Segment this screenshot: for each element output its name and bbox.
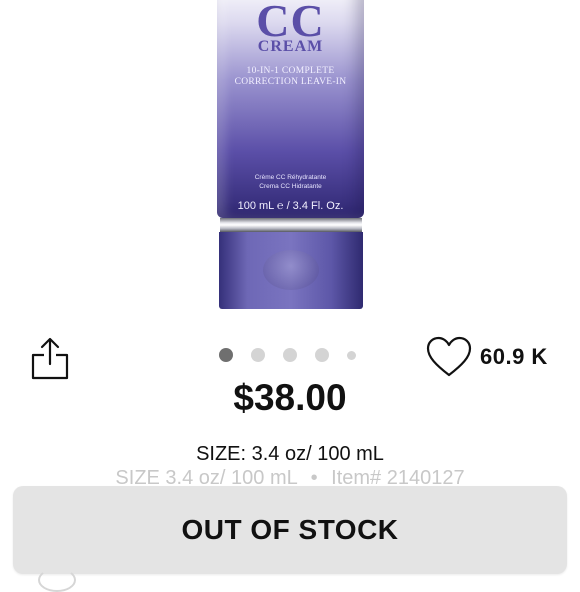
carousel-indicator [219, 348, 374, 362]
product-tagline: 10-IN-1 COMPLETE [246, 66, 335, 76]
heart-icon [426, 336, 472, 377]
carousel-dot-active[interactable] [219, 348, 233, 362]
product-name-es: Crema CC Hidratante [259, 183, 322, 190]
tube-silver-band [220, 218, 362, 232]
bottom-partial-icon [38, 568, 76, 592]
product-image[interactable]: CC CREAM 10-IN-1 COMPLETE CORRECTION LEA… [0, 0, 580, 320]
like-button[interactable]: 60.9 K [426, 335, 548, 379]
cap-dome [263, 250, 319, 290]
carousel-dot[interactable] [315, 348, 329, 362]
carousel-dot[interactable] [283, 348, 297, 362]
out-of-stock-button[interactable]: OUT OF STOCK [13, 486, 567, 574]
like-count: 60.9 K [480, 344, 548, 369]
out-of-stock-label: OUT OF STOCK [181, 514, 399, 545]
size-label: SIZE: 3.4 oz/ 100 mL [196, 443, 384, 465]
product-tagline-2: CORRECTION LEAVE-IN [234, 77, 347, 87]
carousel-dot[interactable] [251, 348, 265, 362]
tube-cap [219, 232, 363, 309]
carousel-dot-small[interactable] [347, 350, 356, 360]
product-tube: CC CREAM 10-IN-1 COMPLETE CORRECTION LEA… [217, 0, 364, 218]
product-volume: 100 mL ℮ / 3.4 Fl. Oz. [237, 200, 344, 212]
share-icon[interactable] [30, 336, 70, 380]
brand-cream-text: CREAM [257, 38, 324, 55]
product-name-fr: Crème CC Réhydratante [254, 174, 327, 181]
product-price: $38.00 [233, 377, 347, 418]
